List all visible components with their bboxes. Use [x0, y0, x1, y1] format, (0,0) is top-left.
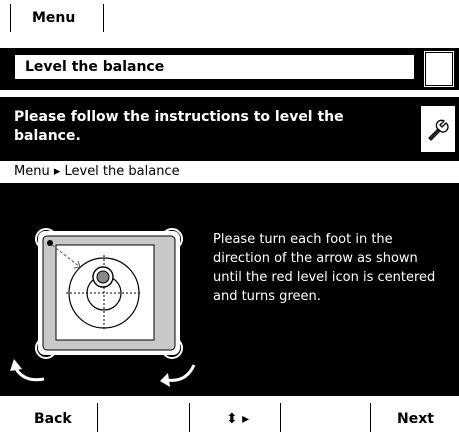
divider: [280, 403, 281, 432]
help-text: Please turn each foot in the direction o…: [213, 232, 436, 304]
balance-level-diagram-icon: [10, 228, 196, 387]
instruction-text: Please follow the instructions to level …: [14, 109, 344, 144]
breadcrumb-text: Menu ▸ Level the balance: [14, 164, 180, 179]
page-title: Level the balance: [25, 59, 165, 75]
title-side-button[interactable]: [423, 50, 455, 88]
main-panel: Please turn each foot in the direction o…: [0, 183, 459, 396]
divider: [97, 403, 98, 432]
title-field: Level the balance: [14, 54, 415, 80]
softkey-bar: Back ⬍ ▸ Next: [0, 396, 459, 439]
divider: [189, 403, 190, 432]
divider: [103, 4, 104, 32]
breadcrumb: Menu ▸ Level the balance: [0, 161, 459, 183]
navigation-button[interactable]: ⬍ ▸: [226, 411, 249, 427]
menu-button[interactable]: Menu: [32, 10, 75, 26]
top-menu-bar: Menu: [0, 0, 459, 38]
wrench-button[interactable]: [420, 105, 456, 153]
wrench-icon: [428, 119, 449, 141]
title-bar: Level the balance: [0, 48, 459, 90]
next-button[interactable]: Next: [397, 411, 434, 427]
divider: [370, 403, 371, 432]
instruction-header: Please follow the instructions to level …: [0, 97, 459, 161]
divider: [10, 4, 11, 32]
back-button[interactable]: Back: [34, 411, 72, 427]
